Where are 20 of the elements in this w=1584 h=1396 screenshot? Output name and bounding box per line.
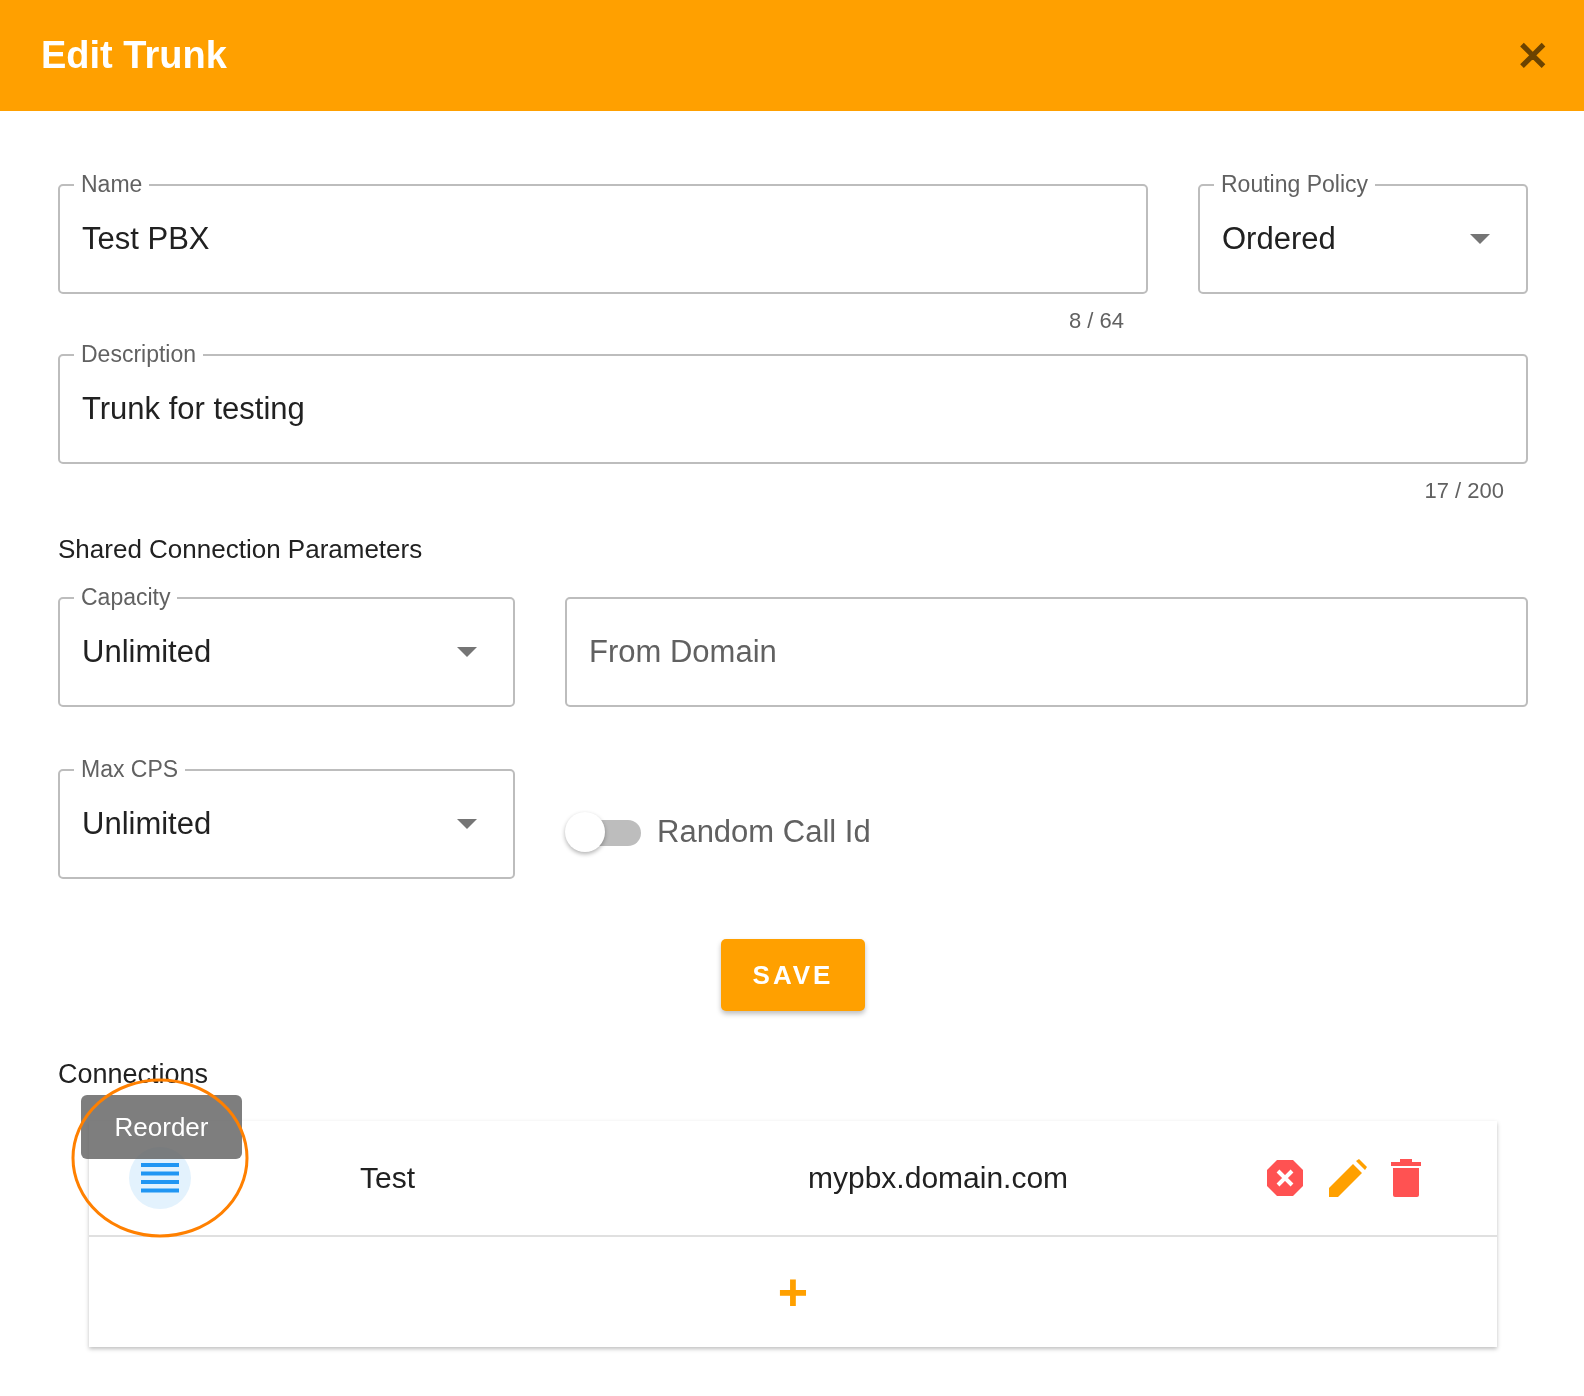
pencil-icon[interactable] [1329, 1159, 1367, 1197]
toggle-label: Random Call Id [657, 814, 871, 850]
toggle-switch[interactable] [565, 812, 641, 852]
trash-icon[interactable] [1391, 1159, 1421, 1197]
connection-name: Test [359, 1161, 417, 1195]
caret-icon [457, 819, 477, 829]
close-button[interactable]: ✕ [1516, 32, 1550, 79]
caret-icon [1470, 234, 1490, 244]
from-domain-field[interactable]: From Domain [565, 597, 1528, 707]
section-title: Shared Connection Parameters [58, 534, 424, 565]
field-label: Capacity [74, 584, 178, 610]
dialog-title: Edit Trunk [41, 34, 227, 77]
field-label: Routing Policy [1214, 171, 1376, 197]
tooltip: Reorder [81, 1095, 242, 1159]
field-label: Description [74, 341, 204, 367]
caret-icon [457, 647, 477, 657]
connection-domain: mypbx.domain.com [808, 1161, 1070, 1195]
section-title: Connections [58, 1058, 210, 1091]
character-counter: 8 / 64 [1067, 307, 1125, 335]
character-counter: 17 / 200 [1423, 477, 1505, 505]
